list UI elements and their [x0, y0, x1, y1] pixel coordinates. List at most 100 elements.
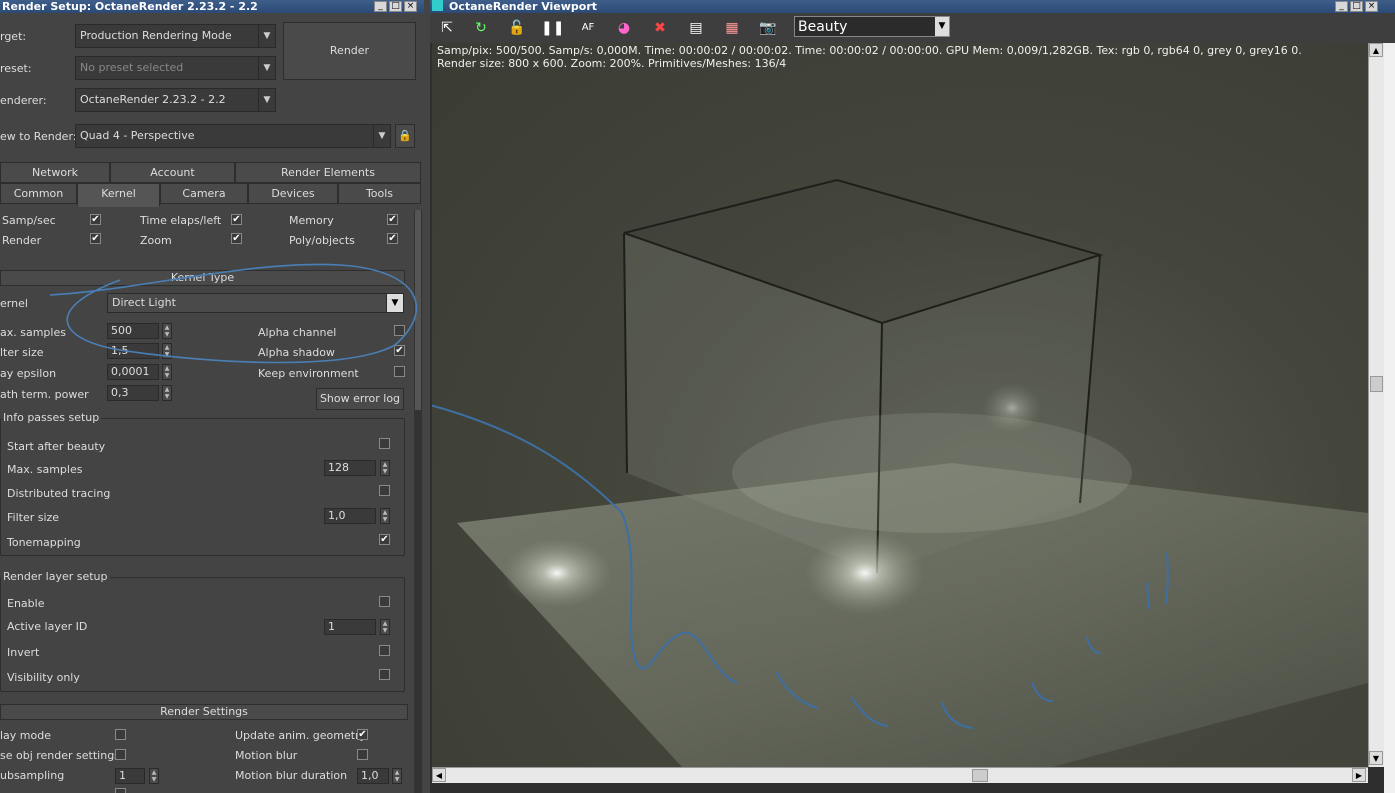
scroll-down-icon[interactable]: ▼: [1369, 751, 1383, 765]
scroll-left-icon[interactable]: ◀: [432, 768, 446, 782]
annotation-loop-stroke: [49, 263, 418, 364]
subsampling-input[interactable]: 1: [115, 768, 145, 784]
tab-common[interactable]: Common: [0, 183, 77, 204]
info-max-samples-input[interactable]: 128: [324, 460, 376, 476]
enable-checkbox[interactable]: [379, 596, 390, 607]
settings-panel-icon[interactable]: ▤: [685, 18, 707, 38]
lay-mode-checkbox[interactable]: [115, 729, 126, 740]
time-elaps-checkbox[interactable]: ✔: [231, 214, 242, 225]
active-layer-id-spinner[interactable]: ▲ ▼: [380, 619, 390, 635]
octane-logo-icon: [432, 0, 443, 11]
show-error-log-button[interactable]: Show error log: [316, 388, 404, 410]
viewport-close-icon[interactable]: ×: [1365, 1, 1378, 12]
update-anim-geometry-label: Update anim. geometry: [235, 729, 367, 742]
update-anim-geometry-checkbox[interactable]: ✔: [357, 729, 368, 740]
motion-blur-label: Motion blur: [235, 749, 298, 762]
restart-render-icon[interactable]: ↻: [470, 18, 492, 38]
cpu-checkbox[interactable]: [115, 788, 126, 793]
info-max-samples-spinner[interactable]: ▲ ▼: [380, 460, 390, 476]
vertical-scroll-thumb[interactable]: [1370, 376, 1383, 392]
path-term-power-input[interactable]: 0,3: [107, 385, 159, 401]
viewport-minimize-icon[interactable]: _: [1335, 1, 1348, 12]
tab-kernel[interactable]: Kernel: [77, 183, 160, 207]
tab-camera[interactable]: Camera: [160, 183, 248, 204]
scroll-right-icon[interactable]: ▶: [1352, 768, 1366, 782]
preset-label: reset:: [0, 62, 32, 75]
memory-checkbox[interactable]: ✔: [387, 214, 398, 225]
distributed-tracing-label: Distributed tracing: [7, 487, 111, 500]
preset-dropdown[interactable]: No preset selected ▼: [75, 56, 276, 80]
visibility-only-label: Visibility only: [7, 671, 80, 684]
close-icon[interactable]: ×: [404, 1, 417, 12]
renderer-value: OctaneRender 2.23.2 - 2.2: [80, 93, 226, 106]
invert-label: Invert: [7, 646, 40, 659]
view-dropdown[interactable]: Quad 4 - Perspective ▼: [75, 124, 391, 148]
lock-icon[interactable]: 🔓: [506, 18, 528, 38]
tab-devices[interactable]: Devices: [248, 183, 338, 204]
info-filter-size-label: Filter size: [7, 511, 60, 524]
poly-objects-checkbox[interactable]: ✔: [387, 233, 398, 244]
samp-sec-checkbox[interactable]: ✔: [90, 214, 101, 225]
tab-account[interactable]: Account: [110, 162, 235, 183]
renderer-dropdown[interactable]: OctaneRender 2.23.2 - 2.2 ▼: [75, 88, 276, 112]
scroll-up-icon[interactable]: ▲: [1369, 43, 1383, 57]
stop-render-icon[interactable]: ✖: [649, 18, 671, 38]
tab-render-elements[interactable]: Render Elements: [235, 162, 421, 183]
start-after-beauty-checkbox[interactable]: [379, 438, 390, 449]
film-settings-icon[interactable]: ▦: [721, 18, 743, 38]
color-picker-icon[interactable]: ◕: [613, 18, 635, 38]
renderer-label: enderer:: [0, 94, 47, 107]
info-filter-size-input[interactable]: 1,0: [324, 508, 376, 524]
enable-label: Enable: [7, 597, 45, 610]
info-filter-size-spinner[interactable]: ▲ ▼: [380, 508, 390, 524]
viewport-title: OctaneRender Viewport: [449, 0, 598, 13]
background-window-edge: [1384, 43, 1395, 793]
tab-tools[interactable]: Tools: [338, 183, 421, 204]
camera-icon[interactable]: 📷: [757, 18, 779, 38]
motion-blur-duration-input[interactable]: 1,0: [357, 768, 389, 784]
horizontal-scroll-thumb[interactable]: [972, 769, 988, 782]
time-elaps-label: Time elaps/left: [140, 214, 222, 227]
render-layer-title: Render layer setup: [1, 570, 110, 583]
view-label: ew to Render:: [0, 130, 77, 143]
render-settings-rollout-title[interactable]: Render Settings: [0, 704, 408, 720]
render-button[interactable]: Render: [283, 22, 416, 80]
zoom-checkbox[interactable]: ✔: [231, 233, 242, 244]
light-glow-floor: [732, 413, 1132, 533]
target-dropdown[interactable]: Production Rendering Mode ▼: [75, 24, 276, 48]
lock-icon[interactable]: 🔒: [395, 124, 415, 148]
motion-blur-checkbox[interactable]: [357, 749, 368, 760]
subsampling-spinner[interactable]: ▲ ▼: [149, 768, 159, 784]
export-image-icon[interactable]: ⇱: [436, 18, 458, 38]
use-obj-render-settings-checkbox[interactable]: [115, 749, 126, 760]
viewport-horizontal-scrollbar[interactable]: ◀ ▶: [432, 767, 1368, 783]
minimize-icon[interactable]: _: [374, 1, 387, 12]
motion-blur-duration-spinner[interactable]: ▲ ▼: [392, 768, 402, 784]
chevron-down-icon: ▼: [258, 89, 275, 111]
octane-viewport-window: OctaneRender Viewport _ □ × ⇱ ↻ 🔓 ❚❚ AF …: [430, 0, 1395, 793]
focus-picker-icon[interactable]: AF: [577, 18, 599, 38]
start-after-beauty-label: Start after beauty: [7, 440, 106, 453]
target-value: Production Rendering Mode: [80, 29, 232, 42]
render-pass-dropdown[interactable]: Beauty ▼: [794, 16, 950, 37]
rendered-scene: [432, 178, 1368, 767]
render-canvas[interactable]: Samp/pix: 500/500. Samp/s: 0,000M. Time:…: [432, 43, 1368, 767]
viewport-vertical-scrollbar[interactable]: ▲ ▼: [1368, 43, 1384, 767]
active-layer-id-input[interactable]: 1: [324, 619, 376, 635]
path-term-power-spinner[interactable]: ▲ ▼: [162, 385, 172, 401]
pause-icon[interactable]: ❚❚: [541, 18, 564, 38]
window-title: Render Setup: OctaneRender 2.23.2 - 2.2: [2, 0, 258, 13]
distributed-tracing-checkbox[interactable]: [379, 485, 390, 496]
light-spot-center: [805, 531, 925, 615]
tonemapping-checkbox[interactable]: ✔: [379, 534, 390, 545]
maximize-icon[interactable]: □: [389, 1, 402, 12]
visibility-only-checkbox[interactable]: [379, 669, 390, 680]
render-info-checkbox[interactable]: ✔: [90, 233, 101, 244]
samp-sec-label: Samp/sec: [2, 214, 56, 227]
viewport-titlebar: OctaneRender Viewport: [430, 0, 1395, 13]
invert-checkbox[interactable]: [379, 645, 390, 656]
viewport-maximize-icon[interactable]: □: [1350, 1, 1363, 12]
tonemapping-label: Tonemapping: [7, 536, 81, 549]
chevron-down-icon: ▼: [258, 57, 275, 79]
tab-network[interactable]: Network: [0, 162, 110, 183]
